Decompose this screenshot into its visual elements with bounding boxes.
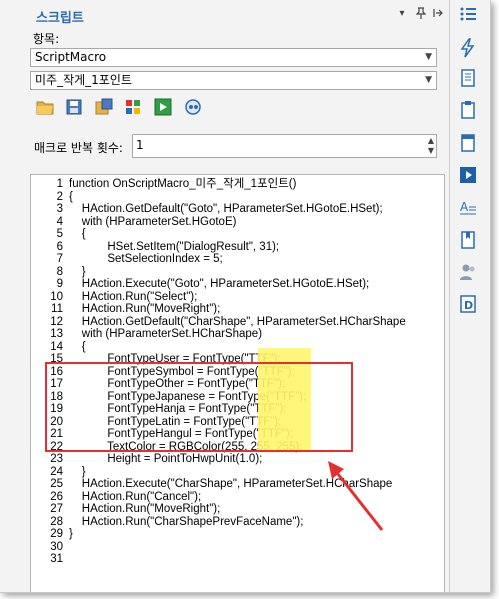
save-icon[interactable] [64,97,86,119]
svg-text:D: D [464,299,473,312]
code-line[interactable]: 14 { [41,341,406,354]
code-line[interactable]: 8 } [41,266,406,279]
line-number: 10 [50,290,63,303]
line-number: 23 [50,453,63,465]
code-text[interactable]: HSet.SetItem("DialogResult", 31); [69,241,279,253]
script-window: ▸ 스크립트 ▾ 항목: ScriptMacro ▼ 미주_작게_1포인트 ▼ [0,0,491,593]
line-number: 25 [50,478,63,490]
line-number: 9 [56,278,63,290]
stepper-down-icon[interactable]: ▼ [428,146,434,155]
code-line[interactable]: 31 [41,553,406,566]
code-line[interactable]: 4 with (HParameterSet.HGotoE) [41,216,406,229]
code-text[interactable]: { [69,341,86,353]
code-text[interactable]: HAction.Run("Cancel"); [69,491,201,503]
code-text[interactable]: } [69,466,86,478]
line-number: 6 [56,240,63,253]
code-text[interactable]: HAction.Execute("Goto", HParameterSet.HG… [69,278,370,290]
stepper-up-icon[interactable]: ▲ [428,136,434,145]
code-text[interactable]: with (HParameterSet.HCharShape) [69,328,262,340]
code-text[interactable]: { [69,191,73,203]
chevron-down-icon: ▼ [425,52,432,62]
code-text[interactable]: HAction.Run("MoveRight"); [69,303,221,315]
line-number: 2 [56,190,63,203]
code-text[interactable]: } [69,528,73,540]
list-icon[interactable] [458,4,478,24]
item-label: 항목: [33,32,60,46]
play-icon[interactable] [458,165,478,185]
code-line[interactable]: 11 HAction.Run("MoveRight"); [41,303,406,316]
code-text[interactable]: HAction.Run("Select"); [69,291,198,303]
code-line[interactable]: 3 HAction.GetDefault("Goto", HParameterS… [41,203,406,216]
page-icon[interactable] [458,133,478,153]
code-line[interactable]: 6 HSet.SetItem("DialogResult", 31); [41,241,406,254]
code-text[interactable]: HAction.Run("CharShapePrevFaceName"); [69,516,304,528]
line-number: 27 [50,503,63,515]
code-text[interactable]: SetSelectionIndex = 5; [69,253,222,265]
repeat-count-stepper[interactable]: 1 ▲ ▼ [132,134,437,158]
people-icon[interactable] [458,262,478,282]
code-line[interactable]: 1 function OnScriptMacro_미주_작게_1포인트() [41,178,406,191]
record-icon[interactable] [183,97,205,119]
item-select[interactable]: ScriptMacro ▼ [30,48,437,67]
clipboard-icon[interactable] [458,100,478,120]
document-icon[interactable] [458,68,478,88]
line-number: 13 [50,328,63,340]
code-text[interactable]: { [69,228,86,240]
code-text[interactable]: function OnScriptMacro_미주_작게_1포인트() [69,178,296,190]
line-number: 14 [50,340,63,353]
bookmark-icon[interactable] [458,230,478,250]
d-icon[interactable]: D [458,294,478,314]
code-line[interactable]: 10 HAction.Run("Select"); [41,291,406,304]
line-number: 24 [50,465,63,478]
line-number: 11 [51,303,63,315]
chevron-down-icon[interactable]: ▾ [396,7,408,21]
edit-icon[interactable] [123,97,145,119]
line-number: 8 [56,265,63,278]
code-line[interactable]: 30 [41,541,406,554]
open-folder-icon[interactable] [35,97,57,119]
code-line[interactable]: 13 with (HParameterSet.HCharShape) [41,328,406,341]
macro-select[interactable]: 미주_작게_1포인트 ▼ [30,71,437,90]
line-number: 30 [50,540,63,553]
code-line[interactable]: 2{ [41,191,406,204]
pin-icon[interactable] [415,7,427,21]
code-line[interactable]: 7 SetSelectionIndex = 5; [41,253,406,266]
line-number: 28 [50,515,63,528]
svg-text:A: A [460,200,469,214]
code-text[interactable]: } [69,266,86,278]
lightning-icon[interactable] [458,38,478,58]
repeat-count-value[interactable]: 1 [136,138,144,152]
code-text[interactable]: with (HParameterSet.HGotoE) [69,216,237,228]
expand-icon[interactable] [432,7,444,21]
right-sidebar: A D [450,0,490,592]
repeat-count-label: 매크로 반복 횟수: [34,141,123,155]
line-number: 1 [56,178,63,190]
line-number: 12 [50,315,63,328]
annotation-arrow [328,461,384,531]
save-as-icon[interactable] [94,97,116,119]
line-number: 26 [50,490,63,503]
chevron-down-icon: ▼ [425,75,432,85]
line-number: 3 [56,203,63,215]
code-text[interactable]: HAction.GetDefault("Goto", HParameterSet… [69,203,383,215]
code-text[interactable]: Height = PointToHwpUnit(1.0); [69,453,262,465]
code-line[interactable]: 12 HAction.GetDefault("CharShape", HPara… [41,316,406,329]
line-number: 7 [56,253,63,265]
panel-titlebar: 스크립트 ▾ [24,4,444,26]
text-style-icon[interactable]: A [458,198,478,218]
annotation-box [45,362,353,452]
line-number: 31 [50,553,63,565]
macro-select-value: 미주_작게_1포인트 [35,73,132,87]
code-line[interactable]: 5 { [41,228,406,241]
run-icon[interactable] [153,97,175,119]
item-select-value: ScriptMacro [35,50,107,64]
line-number: 29 [50,528,63,540]
code-line[interactable]: 9 HAction.Execute("Goto", HParameterSet.… [41,278,406,291]
line-number: 5 [56,228,63,240]
line-number: 4 [56,215,63,228]
code-text[interactable]: HAction.Run("MoveRight"); [69,503,221,515]
panel-title: 스크립트 [36,11,84,26]
code-text[interactable]: HAction.GetDefault("CharShape", HParamet… [69,316,406,328]
